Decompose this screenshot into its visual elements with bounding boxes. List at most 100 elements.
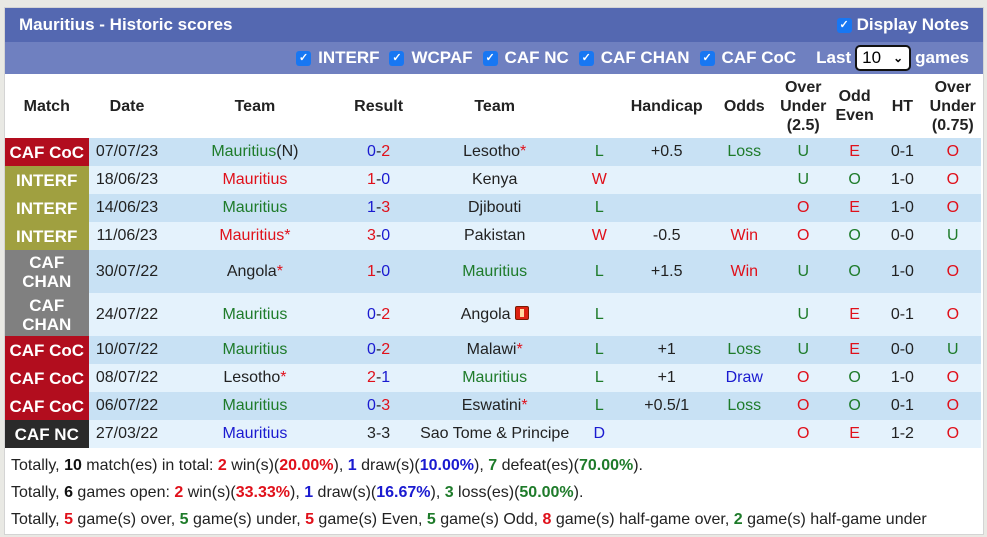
competition-badge[interactable]: CAF NC	[5, 420, 89, 448]
games-count-value: 10	[862, 48, 882, 67]
away-team[interactable]: Lesotho*	[412, 138, 577, 166]
filter-caf-chan[interactable]: ✓ CAF CHAN	[578, 48, 690, 68]
col-odd-even: Odd Even	[829, 74, 881, 138]
panel-title: Mauritius - Historic scores	[19, 15, 233, 34]
filter-caf-coc-label: CAF CoC	[721, 48, 797, 67]
match-result[interactable]: 0-2	[344, 336, 413, 364]
filter-interf-label: INTERF	[318, 48, 380, 67]
filter-interf-checkbox[interactable]: ✓	[296, 50, 312, 66]
col-odds: Odds	[711, 74, 778, 138]
competition-badge[interactable]: INTERF	[5, 166, 89, 194]
over-under-25: O	[777, 392, 830, 420]
away-team[interactable]: Malawi*	[412, 336, 577, 364]
home-team[interactable]: Angola*	[165, 250, 345, 293]
away-team[interactable]: Mauritius	[412, 364, 577, 392]
filter-wcpaf[interactable]: ✓ WCPAF	[389, 48, 473, 68]
red-card-icon	[514, 305, 529, 320]
table-row[interactable]: INTERF 18/06/23 Mauritius 1-0 Kenya W U O 1-0 O	[5, 166, 981, 194]
win-loss: W	[576, 222, 623, 250]
match-result[interactable]: 0-2	[344, 293, 413, 336]
match-result[interactable]: 3-0	[344, 222, 413, 250]
odds-result	[711, 293, 778, 336]
home-team[interactable]: Mauritius	[165, 392, 345, 420]
home-team[interactable]: Mauritius(N)	[165, 138, 345, 166]
table-row[interactable]: CAF CoC 06/07/22 Mauritius 0-3 Eswatini* L +0.…	[5, 392, 981, 420]
match-result[interactable]: 0-3	[344, 392, 413, 420]
games-count-select[interactable]: 10 ⌄	[855, 45, 912, 71]
competition-badge[interactable]: CAF CoC	[5, 392, 89, 420]
win-loss: L	[576, 392, 623, 420]
table-row[interactable]: INTERF 11/06/23 Mauritius* 3-0 Pakistan W -0.5…	[5, 222, 981, 250]
table-row[interactable]: CAF CoC 08/07/22 Lesotho* 2-1 Mauritius L +1 Dr…	[5, 364, 981, 392]
table-row[interactable]: CAF NC 27/03/22 Mauritius 3-3 Sao Tome & Pri…	[5, 420, 981, 448]
historic-scores-panel: Mauritius - Historic scores ✓ Display No…	[4, 7, 984, 535]
summary-line-over-under: Totally, 5 game(s) over, 5 game(s) under…	[11, 511, 927, 528]
odds-result: Loss	[711, 392, 778, 420]
col-over-under-075: Over Under (0.75)	[924, 74, 981, 138]
match-result[interactable]: 3-3	[344, 420, 413, 448]
competition-badge[interactable]: CAF CHAN	[5, 250, 89, 293]
home-marker-star: *	[520, 143, 527, 160]
away-team[interactable]: Pakistan	[412, 222, 577, 250]
home-team[interactable]: Mauritius	[165, 293, 345, 336]
table-row[interactable]: CAF CHAN 30/07/22 Angola* 1-0 Mauritius L +1.5…	[5, 250, 981, 293]
home-team[interactable]: Mauritius	[165, 166, 345, 194]
competition-badge[interactable]: CAF CoC	[5, 364, 89, 392]
away-team[interactable]: Mauritius	[412, 250, 577, 293]
home-team[interactable]: Lesotho*	[165, 364, 345, 392]
handicap	[622, 166, 712, 194]
away-team[interactable]: Djibouti	[412, 194, 577, 222]
competition-badge[interactable]: CAF CHAN	[5, 293, 89, 336]
competition-badge[interactable]: CAF CoC	[5, 336, 89, 364]
match-result[interactable]: 1-0	[344, 166, 413, 194]
home-team[interactable]: Mauritius*	[165, 222, 345, 250]
half-time-score: 1-2	[880, 420, 925, 448]
odds-result: Loss	[711, 336, 778, 364]
filter-caf-nc-label: CAF NC	[504, 48, 569, 67]
home-marker-star: *	[276, 262, 283, 280]
filter-caf-nc[interactable]: ✓ CAF NC	[482, 48, 569, 68]
over-under-25: U	[777, 293, 830, 336]
col-result: Result	[344, 74, 413, 138]
competition-badge[interactable]: CAF CoC	[5, 138, 89, 166]
handicap: +0.5/1	[622, 392, 712, 420]
match-date: 27/03/22	[88, 420, 166, 448]
away-team[interactable]: Kenya	[412, 166, 577, 194]
table-row[interactable]: CAF CoC 07/07/23 Mauritius(N) 0-2 Lesotho* L +…	[5, 138, 981, 166]
match-result[interactable]: 0-2	[344, 138, 413, 166]
display-notes-checkbox[interactable]: ✓	[836, 17, 852, 33]
col-away-team: Team	[412, 74, 577, 138]
away-team[interactable]: Sao Tome & Principe	[412, 420, 577, 448]
filter-caf-chan-checkbox[interactable]: ✓	[578, 50, 594, 66]
home-team[interactable]: Mauritius	[165, 194, 345, 222]
win-loss: L	[576, 250, 623, 293]
competition-badge[interactable]: INTERF	[5, 194, 89, 222]
odd-even: E	[829, 194, 881, 222]
home-team[interactable]: Mauritius	[165, 336, 345, 364]
home-team[interactable]: Mauritius	[165, 420, 345, 448]
win-loss: L	[576, 364, 623, 392]
filter-caf-coc[interactable]: ✓ CAF CoC	[699, 48, 797, 68]
table-row[interactable]: CAF CHAN 24/07/22 Mauritius 0-2 Angola L U E 0-1…	[5, 293, 981, 336]
chevron-down-icon: ⌄	[893, 51, 904, 65]
match-result[interactable]: 1-0	[344, 250, 413, 293]
table-row[interactable]: CAF CoC 10/07/22 Mauritius 0-2 Malawi* L +1 Los…	[5, 336, 981, 364]
over-under-25: O	[777, 420, 830, 448]
odd-even: E	[829, 138, 881, 166]
filter-caf-nc-checkbox[interactable]: ✓	[482, 50, 498, 66]
competition-badge[interactable]: INTERF	[5, 222, 89, 250]
display-notes-toggle[interactable]: ✓ Display Notes	[836, 15, 969, 35]
home-marker-star: *	[284, 227, 291, 244]
table-row[interactable]: INTERF 14/06/23 Mauritius 1-3 Djibouti L O E 1-0…	[5, 194, 981, 222]
filter-caf-coc-checkbox[interactable]: ✓	[699, 50, 715, 66]
away-team[interactable]: Angola	[412, 293, 577, 336]
last-label: Last	[816, 48, 852, 67]
match-result[interactable]: 1-3	[344, 194, 413, 222]
away-team[interactable]: Eswatini*	[412, 392, 577, 420]
odd-even: O	[829, 392, 881, 420]
filter-wcpaf-checkbox[interactable]: ✓	[389, 50, 405, 66]
filter-interf[interactable]: ✓ INTERF	[296, 48, 379, 68]
match-result[interactable]: 2-1	[344, 364, 413, 392]
over-under-25: O	[777, 364, 830, 392]
handicap: +1	[622, 336, 712, 364]
